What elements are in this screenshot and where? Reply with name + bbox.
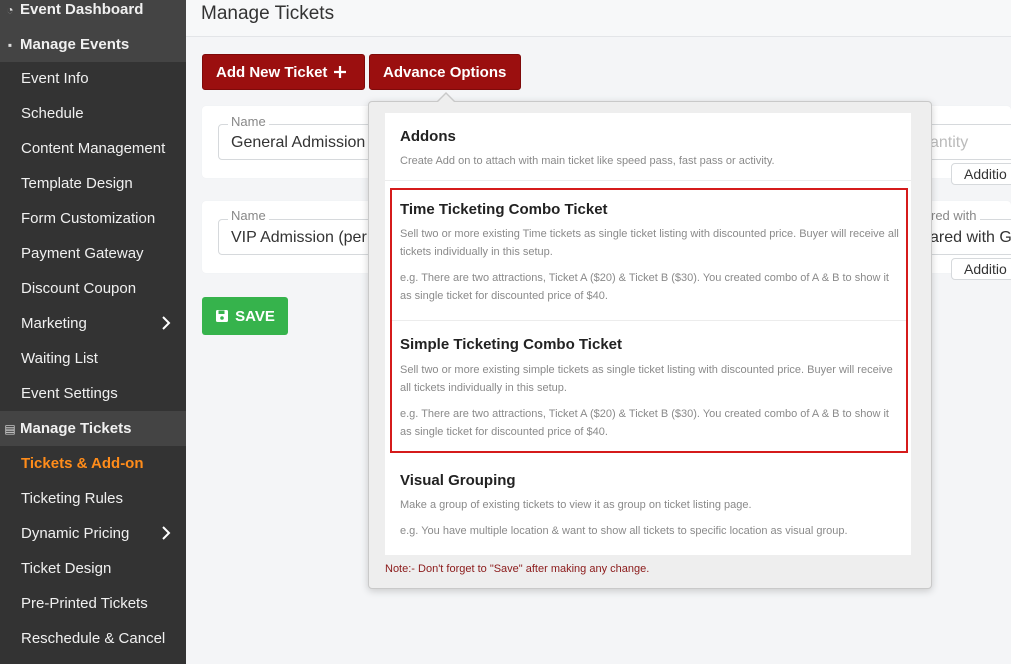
page-title: Manage Tickets	[201, 3, 335, 24]
sidebar-item-label: Manage Events	[20, 36, 130, 53]
sidebar-item-label: Ticket Design	[21, 560, 112, 577]
sidebar-item-event-dashboard[interactable]: ◔ Event Dashboard	[0, 0, 186, 27]
shared-with-input[interactable]: ared with Ge	[925, 219, 1011, 255]
shared-with-label: red with	[928, 208, 980, 223]
plus-icon	[334, 66, 347, 78]
option-addons-title[interactable]: Addons	[400, 128, 456, 145]
sidebar-item-schedule[interactable]: Schedule	[0, 96, 186, 131]
shared-with-value: ared with Ge	[930, 229, 1011, 246]
calendar-icon: ▪	[7, 37, 13, 52]
chevron-right-icon	[162, 526, 171, 540]
sidebar-item-dynamic-pricing[interactable]: Dynamic Pricing	[0, 516, 186, 551]
additional-button[interactable]: Additio	[951, 258, 1011, 280]
ticket-name-input[interactable]: General Admission	[218, 124, 378, 160]
save-note: Note:- Don't forget to "Save" after maki…	[385, 563, 650, 575]
sidebar-item-template-design[interactable]: Template Design	[0, 166, 186, 201]
sidebar-item-label: Schedule	[21, 105, 84, 122]
sidebar: ◔ Event Dashboard ▪ Manage Events Event …	[0, 0, 186, 664]
ticket-name-input[interactable]: VIP Admission (per	[218, 219, 378, 255]
sidebar-item-label: Marketing	[21, 315, 87, 332]
ticket-icon: ▤	[4, 421, 16, 436]
add-new-ticket-label: Add New Ticket	[216, 63, 328, 81]
ticket-name-value: General Admission	[231, 134, 366, 151]
ticket-name-label: Name	[228, 208, 269, 223]
option-visual-grouping-desc: Make a group of existing tickets to view…	[400, 499, 752, 511]
sidebar-item-label: Content Management	[21, 140, 166, 157]
ticket-name-label: Name	[228, 114, 269, 129]
sidebar-item-label: Event Info	[21, 70, 89, 87]
sidebar-item-label: Reschedule & Cancel	[21, 630, 166, 647]
option-visual-grouping-example: e.g. You have multiple location & want t…	[400, 525, 848, 537]
sidebar-item-label: Form Customization	[21, 210, 156, 227]
divider	[385, 180, 911, 181]
chevron-right-icon	[162, 316, 171, 330]
option-addons-desc: Create Add on to attach with main ticket…	[400, 155, 775, 167]
sidebar-item-label: Manage Tickets	[20, 420, 132, 437]
sidebar-item-discount-coupon[interactable]: Discount Coupon	[0, 271, 186, 306]
quantity-placeholder: antity	[930, 134, 969, 151]
sidebar-item-payment-gateway[interactable]: Payment Gateway	[0, 236, 186, 271]
advance-options-button[interactable]: Advance Options	[369, 54, 521, 90]
advance-options-label: Advance Options	[383, 63, 507, 81]
combo-highlight-box	[390, 188, 908, 453]
additional-label: Additio	[964, 166, 1007, 182]
sidebar-item-manage-tickets[interactable]: ▤ Manage Tickets	[0, 411, 186, 446]
sidebar-item-reschedule-cancel[interactable]: Reschedule & Cancel	[0, 621, 186, 656]
sidebar-item-label: Dynamic Pricing	[21, 525, 130, 542]
sidebar-item-label: Template Design	[21, 175, 133, 192]
sidebar-item-form-customization[interactable]: Form Customization	[0, 201, 186, 236]
save-button[interactable]: SAVE	[202, 297, 288, 335]
sidebar-item-label: Event Settings	[21, 385, 118, 402]
sidebar-item-pre-printed-tickets[interactable]: Pre-Printed Tickets	[0, 586, 186, 621]
sidebar-item-content-management[interactable]: Content Management	[0, 131, 186, 166]
additional-label: Additio	[964, 261, 1007, 277]
floppy-disk-icon	[216, 310, 229, 322]
quantity-input[interactable]: antity	[925, 124, 1011, 160]
save-label: SAVE	[235, 307, 275, 325]
sidebar-item-event-info[interactable]: Event Info	[0, 61, 186, 96]
sidebar-item-ticket-design[interactable]: Ticket Design	[0, 551, 186, 586]
sidebar-item-label: Tickets & Add-on	[21, 455, 144, 472]
sidebar-item-waiting-list[interactable]: Waiting List	[0, 341, 186, 376]
sidebar-item-marketing[interactable]: Marketing	[0, 306, 186, 341]
ticket-name-value: VIP Admission (per	[231, 229, 367, 246]
additional-button[interactable]: Additio	[951, 163, 1011, 185]
sidebar-item-label: Event Dashboard	[20, 1, 144, 18]
sidebar-item-label: Waiting List	[21, 350, 98, 367]
sidebar-item-label: Ticketing Rules	[21, 490, 123, 507]
sidebar-item-label: Pre-Printed Tickets	[21, 595, 148, 612]
sidebar-item-label: Discount Coupon	[21, 280, 137, 297]
sidebar-item-tickets-addon[interactable]: Tickets & Add-on	[0, 446, 186, 481]
sidebar-item-manage-events[interactable]: ▪ Manage Events	[0, 27, 186, 62]
sidebar-item-ticketing-rules[interactable]: Ticketing Rules	[0, 481, 186, 516]
dashboard-icon: ◔	[6, 2, 14, 17]
add-new-ticket-button[interactable]: Add New Ticket	[202, 54, 365, 90]
popover-arrow-inner	[437, 94, 455, 103]
sidebar-item-label: Payment Gateway	[21, 245, 144, 262]
sidebar-item-event-settings[interactable]: Event Settings	[0, 376, 186, 411]
option-visual-grouping-title[interactable]: Visual Grouping	[400, 472, 516, 489]
